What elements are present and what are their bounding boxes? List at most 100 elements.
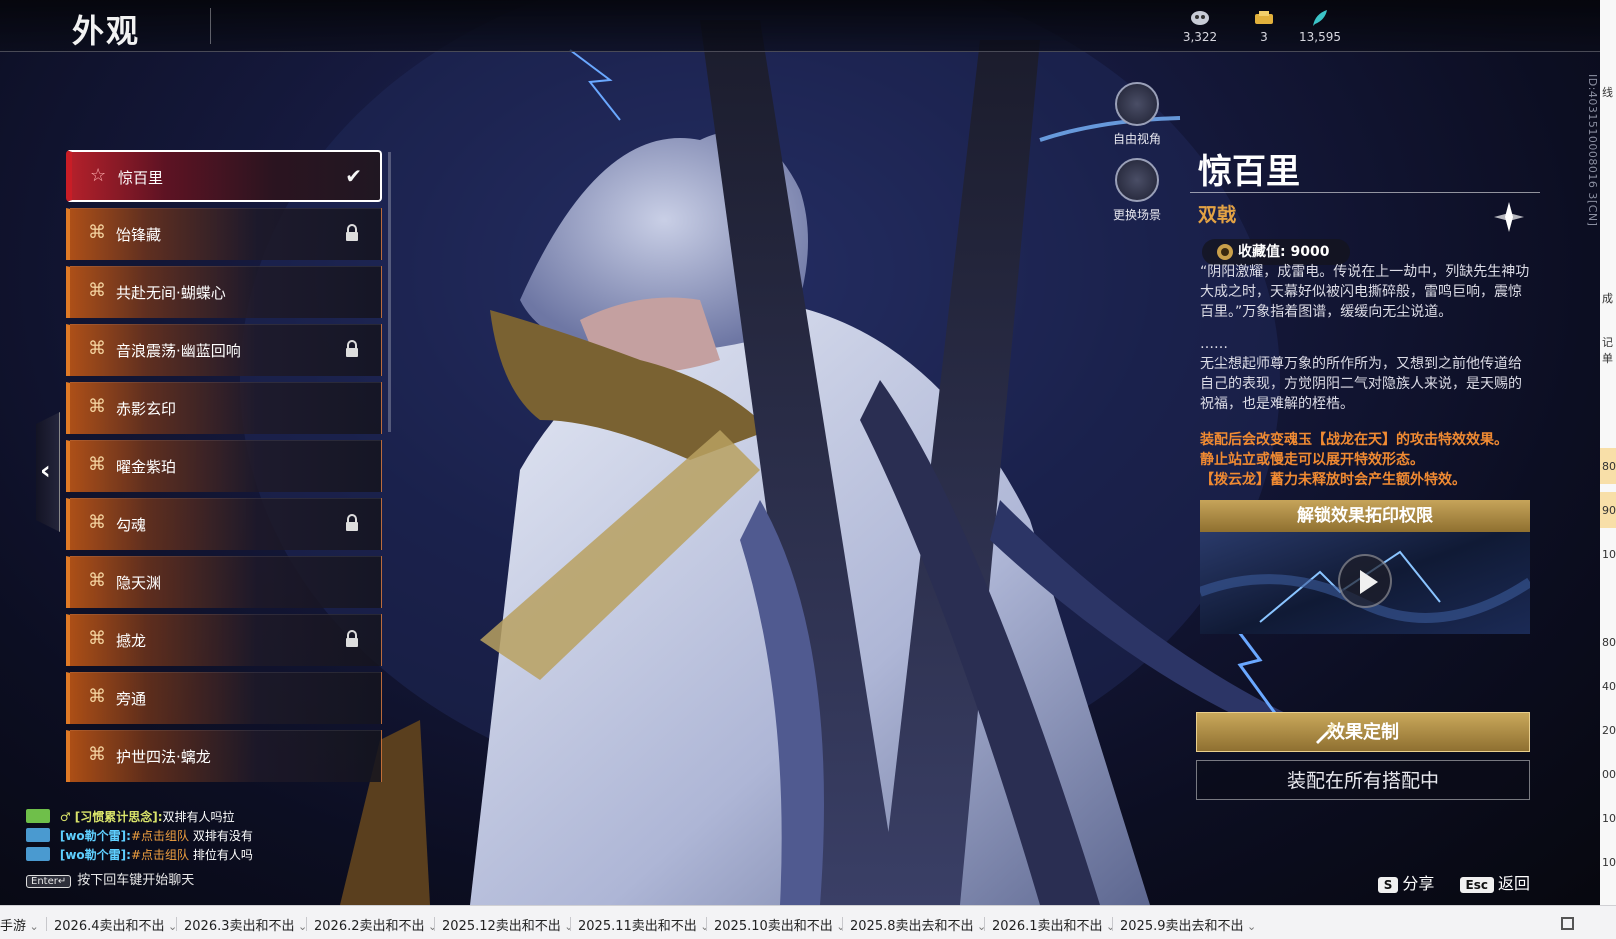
collection-coin-icon (1217, 244, 1233, 260)
lock-icon (346, 224, 358, 241)
sheet-tab-strip: 手游 2026.4卖出和不出 2026.3卖出和不出 2026.2卖出和不出 2025.… (0, 905, 1616, 939)
spreadsheet-cell: 80 (1602, 460, 1616, 473)
appearance-item[interactable]: ⌘ 旁通 (66, 672, 382, 724)
list-scrollbar[interactable] (388, 152, 391, 432)
pattern-icon: ⌘ (88, 512, 106, 533)
pattern-icon: ⌘ (88, 454, 106, 475)
chat-line[interactable]: [wo勒个雷]:#点击组队 双排有没有 (26, 827, 426, 846)
chevron-left-icon: ‹ (40, 456, 51, 486)
currency-feather[interactable]: 13,595 (1290, 8, 1350, 44)
currency-feather-value: 13,595 (1299, 30, 1341, 44)
lore-ellipsis: …… (1200, 336, 1228, 352)
spreadsheet-cell: 10 (1602, 812, 1616, 825)
appearance-item-label: 护世四法·螭龙 (116, 748, 211, 766)
check-icon: ✔ (345, 164, 362, 188)
effect-customize-button[interactable]: 效果定制 (1196, 712, 1530, 752)
chat-hint-text: 按下回车键开始聊天 (77, 873, 195, 888)
chat-line[interactable]: [wo勒个雷]:#点击组队 排位有人吗 (26, 846, 426, 865)
play-icon[interactable] (1338, 554, 1392, 608)
scene-icon (1115, 158, 1159, 202)
spreadsheet-cell: 10 (1602, 548, 1616, 561)
page-title: 外观 (72, 12, 141, 50)
pattern-icon: ⌘ (88, 396, 106, 417)
sheet-tab[interactable]: 2025.10卖出和不出 (714, 915, 845, 934)
sheet-tab[interactable]: 2025.8卖出去和不出 (850, 915, 986, 934)
back-button[interactable]: Esc 返回 (1440, 874, 1530, 893)
chat-message: 双排有没有 (189, 829, 253, 843)
tab-divider (984, 917, 985, 931)
appearance-item-label: 音浪震荡·幽蓝回响 (116, 342, 241, 360)
chat-hint[interactable]: Enter↵ 按下回车键开始聊天 (26, 869, 426, 888)
chat-join-link[interactable]: #点击组队 (131, 829, 189, 843)
appearance-item[interactable]: ⌘ 勾魂 (66, 498, 382, 550)
currency-ticket[interactable]: 3 (1234, 8, 1294, 44)
sheet-tab[interactable]: 2025.11卖出和不出 (578, 915, 709, 934)
currency-mask[interactable]: 3,322 (1170, 8, 1230, 44)
lock-icon (346, 630, 358, 647)
appearance-list: ☆ 惊百里 ✔ ⌘ 饴锋藏 ⌘ 共赴无间·蝴蝶心 ⌘ 音浪震荡·幽蓝回响 ⌘ 赤影玄印 ⌘ 曜金紫珀 ⌘ 勾… (66, 150, 382, 802)
rotate-view-icon[interactable] (1492, 200, 1526, 234)
lock-icon (346, 514, 358, 531)
appearance-item-label: 曜金紫珀 (116, 458, 177, 476)
spreadsheet-cell: 40 (1602, 680, 1616, 693)
effect-text-3: 【拨云龙】蓄力未释放时会产生额外特效。 (1200, 472, 1466, 488)
tab-divider (842, 917, 843, 931)
appearance-item[interactable]: ⌘ 饴锋藏 (66, 208, 382, 260)
background-spreadsheet-edge: 线成记单 80 90 10 80 40 20 00 10 10 (1600, 0, 1616, 905)
spreadsheet-cell: 20 (1602, 724, 1616, 737)
currency-ticket-value: 3 (1260, 30, 1268, 44)
ticket-currency-icon (1255, 11, 1273, 24)
appearance-item[interactable]: ⌘ 曜金紫珀 (66, 440, 382, 492)
channel-team-icon (26, 828, 50, 842)
chat-line[interactable]: ♂ [习惯累计思念]:双排有人吗拉 (26, 808, 426, 827)
sheet-tab[interactable]: 2026.2卖出和不出 (314, 915, 437, 934)
spreadsheet-cell: 成 (1602, 292, 1613, 305)
appearance-item[interactable]: ⌘ 赤影玄印 (66, 382, 382, 434)
free-view-button[interactable]: 自由视角 (1092, 82, 1182, 147)
collapse-panel-button[interactable]: ‹ (36, 412, 60, 532)
channel-world-icon (26, 809, 50, 823)
effect-text-1: 装配后会改变魂玉【战龙在天】的攻击特效效果。 (1200, 432, 1508, 448)
tab-divider (306, 917, 307, 931)
spreadsheet-cell: 80 (1602, 636, 1616, 649)
chat-join-link[interactable]: #点击组队 (131, 848, 189, 862)
share-label: 分享 (1402, 874, 1435, 893)
sheet-tab[interactable]: 2026.3卖出和不出 (184, 915, 307, 934)
channel-team-icon (26, 847, 50, 861)
unlock-effect-bar[interactable]: 解锁效果拓印权限 (1200, 500, 1530, 532)
free-view-label: 自由视角 (1112, 132, 1161, 146)
spreadsheet-cell: 00 (1602, 768, 1616, 781)
appearance-item[interactable]: ⌘ 共赴无间·蝴蝶心 (66, 266, 382, 318)
sheet-tab[interactable]: 2025.9卖出去和不出 (1120, 915, 1256, 934)
appearance-item[interactable]: ⌘ 音浪震荡·幽蓝回响 (66, 324, 382, 376)
equip-all-button[interactable]: 装配在所有搭配中 (1196, 760, 1530, 800)
effect-preview-video[interactable] (1200, 532, 1530, 634)
appearance-item[interactable]: ⌘ 护世四法·螭龙 (66, 730, 382, 782)
appearance-item[interactable]: ☆ 惊百里 ✔ (66, 150, 382, 202)
currency-mask-value: 3,322 (1182, 30, 1218, 44)
back-key: Esc (1459, 877, 1494, 893)
tab-divider (1112, 917, 1113, 931)
sheet-tab[interactable]: 手游 (0, 915, 39, 934)
change-scene-button[interactable]: 更换场景 (1092, 158, 1182, 223)
tab-divider (176, 917, 177, 931)
appearance-item-label: 勾魂 (116, 516, 147, 534)
appearance-item[interactable]: ⌘ 撼龙 (66, 614, 382, 666)
camera-icon (1115, 82, 1159, 126)
spreadsheet-cell: 10 (1602, 856, 1616, 869)
grid-view-icon[interactable] (1561, 917, 1574, 930)
sheet-tab[interactable]: 2026.4卖出和不出 (54, 915, 177, 934)
sheet-tab[interactable]: 2025.12卖出和不出 (442, 915, 573, 934)
sheet-tab[interactable]: 2026.1卖出和不出 (992, 915, 1115, 934)
share-button[interactable]: S 分享 (1358, 874, 1435, 893)
pattern-icon: ⌘ (88, 744, 106, 765)
tab-divider (706, 917, 707, 931)
mask-currency-icon (1191, 11, 1209, 25)
lore-text-2: 无尘想起师尊万象的所作所为，又想到之前他传道给自己的表现，方觉阴阳二气对隐族人来… (1200, 356, 1522, 412)
player-id: ID:4031510008016 3[CN] (1586, 74, 1599, 227)
appearance-item-label: 撼龙 (116, 632, 147, 650)
enter-key-badge: Enter↵ (26, 875, 72, 888)
appearance-item[interactable]: ⌘ 隐天渊 (66, 556, 382, 608)
chat-box: ♂ [习惯累计思念]:双排有人吗拉 [wo勒个雷]:#点击组队 双排有没有 [w… (26, 808, 426, 888)
appearance-item-label: 惊百里 (118, 169, 164, 187)
